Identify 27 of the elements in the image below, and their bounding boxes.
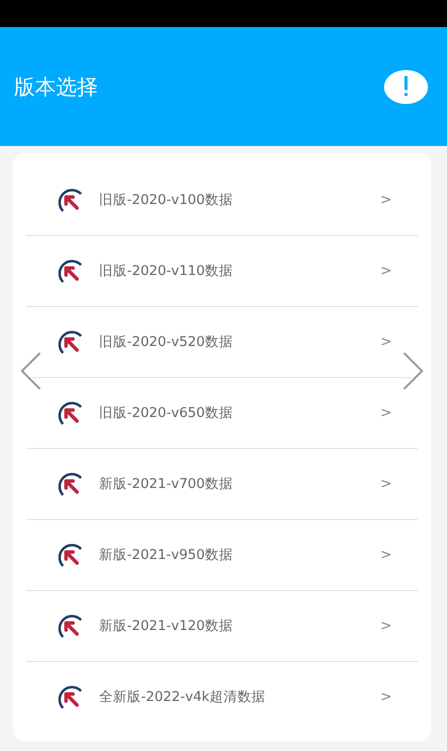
chevron: >: [380, 476, 392, 492]
version-item[interactable]: 新版-2021-v950数据 >: [26, 520, 418, 591]
version-item[interactable]: 旧版-2020-v100数据 >: [26, 165, 418, 236]
chevron: >: [380, 689, 392, 705]
version-label: 旧版-2020-v520数据: [99, 333, 234, 351]
version-item[interactable]: 旧版-2020-v110数据 >: [26, 236, 418, 307]
info-button[interactable]: [384, 70, 428, 104]
page-title: 版本选择: [14, 74, 98, 100]
version-label: 旧版-2020-v100数据: [99, 191, 234, 209]
chevron: >: [380, 618, 392, 634]
version-item[interactable]: 全新版-2022-v4k超清数据 >: [26, 662, 418, 732]
chevron: >: [380, 263, 392, 279]
version-label: 新版-2021-v700数据: [99, 475, 234, 493]
version-item[interactable]: 新版-2021-v120数据 >: [26, 591, 418, 662]
chevron: >: [380, 405, 392, 421]
chevron: >: [380, 334, 392, 350]
version-item[interactable]: 旧版-2020-v520数据 >: [26, 307, 418, 378]
version-item[interactable]: 旧版-2020-v650数据 >: [26, 378, 418, 449]
version-label: 新版-2021-v120数据: [99, 617, 234, 635]
version-label: 旧版-2020-v650数据: [99, 404, 234, 422]
version-label: 旧版-2020-v110数据: [99, 262, 234, 280]
chevron: >: [380, 192, 392, 208]
exclamation-icon: [403, 76, 409, 98]
version-item[interactable]: 新版-2021-v700数据 >: [26, 449, 418, 520]
version-label: 全新版-2022-v4k超清数据: [99, 688, 266, 706]
chevron: >: [380, 547, 392, 563]
version-label: 新版-2021-v950数据: [99, 546, 234, 564]
